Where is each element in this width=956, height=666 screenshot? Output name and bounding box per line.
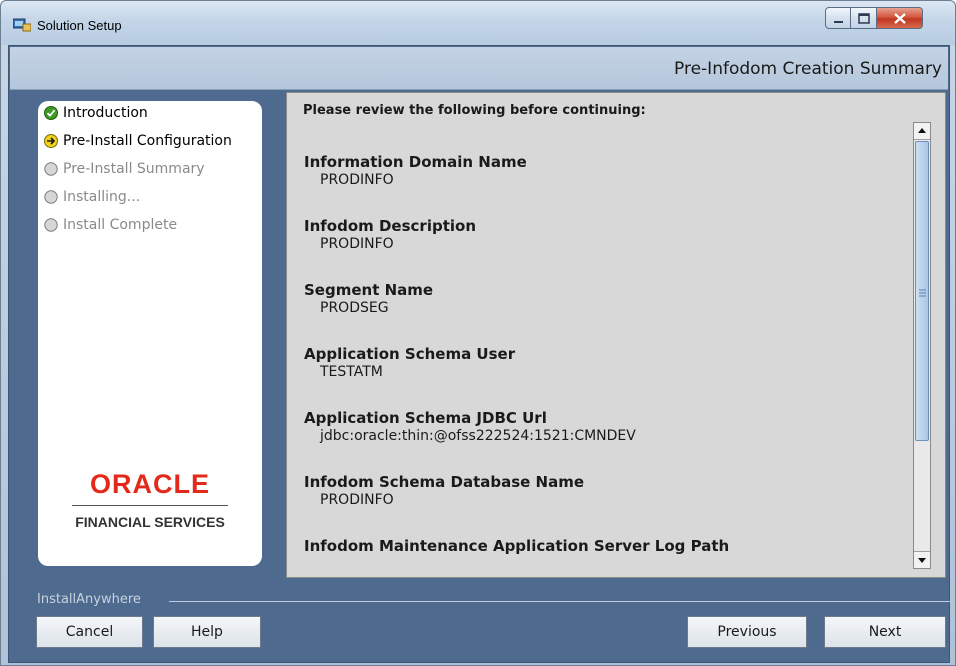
previous-button[interactable]: Previous [687, 616, 807, 648]
close-button[interactable] [877, 7, 923, 29]
step-label: Install Complete [63, 217, 178, 233]
review-item: Infodom Description PRODINFO [304, 217, 476, 253]
steps-panel: Introduction Pre-Install Configuration P… [38, 101, 262, 566]
step-label: Introduction [63, 105, 148, 121]
scrollbar-thumb[interactable] [915, 141, 929, 441]
help-button[interactable]: Help [153, 616, 261, 648]
review-value: PRODINFO [320, 236, 394, 252]
logo-divider [72, 505, 228, 506]
installer-window: Solution Setup Pre-Infodom Creation Summ… [0, 0, 956, 666]
review-label: Segment Name [304, 281, 434, 299]
next-button[interactable]: Next [824, 616, 946, 648]
minimize-button[interactable] [825, 7, 851, 29]
review-heading: Please review the following before conti… [303, 103, 646, 118]
circle-icon [44, 218, 58, 232]
review-panel: Please review the following before conti… [286, 92, 946, 578]
check-icon [44, 106, 58, 120]
installer-content: Pre-Infodom Creation Summary Introductio… [8, 45, 951, 663]
review-value: PRODSEG [320, 300, 389, 316]
installer-brand-label: InstallAnywhere [37, 592, 141, 607]
cancel-button[interactable]: Cancel [36, 616, 143, 648]
circle-icon [44, 162, 58, 176]
app-icon [12, 17, 32, 32]
step-introduction: Introduction [44, 103, 148, 123]
review-value: TESTATM [320, 364, 383, 380]
maximize-button[interactable] [851, 7, 877, 29]
step-label: Pre-Install Configuration [63, 133, 232, 149]
step-pre-install-configuration: Pre-Install Configuration [44, 131, 232, 151]
review-value: PRODINFO [320, 492, 394, 508]
review-item: Infodom Maintenance Application Server L… [304, 537, 729, 555]
review-item: Application Schema JDBC Url jdbc:oracle:… [304, 409, 636, 445]
scroll-down-arrow-icon[interactable] [914, 551, 930, 568]
arrow-right-icon [44, 134, 58, 148]
review-value: PRODINFO [320, 172, 394, 188]
review-item: Segment Name PRODSEG [304, 281, 433, 317]
review-item: Infodom Schema Database Name PRODINFO [304, 473, 584, 509]
review-label: Infodom Description [304, 217, 477, 235]
review-label: Infodom Maintenance Application Server L… [304, 537, 730, 555]
circle-icon [44, 190, 58, 204]
vertical-scrollbar[interactable] [913, 122, 931, 569]
scroll-up-arrow-icon[interactable] [914, 123, 930, 140]
step-install-complete: Install Complete [44, 215, 177, 235]
step-pre-install-summary: Pre-Install Summary [44, 159, 205, 179]
oracle-wordmark: ORACLE [90, 469, 210, 499]
review-label: Infodom Schema Database Name [304, 473, 585, 491]
page-title: Pre-Infodom Creation Summary [674, 59, 942, 79]
step-installing: Installing... [44, 187, 140, 207]
oracle-logo: ORACLE FINANCIAL SERVICES [38, 469, 262, 530]
window-title: Solution Setup [37, 18, 122, 33]
step-label: Installing... [63, 189, 141, 205]
header-band: Pre-Infodom Creation Summary [10, 47, 948, 90]
review-label: Application Schema User [304, 345, 516, 363]
footer-divider [169, 601, 951, 602]
logo-subtitle: FINANCIAL SERVICES [75, 514, 225, 530]
review-item: Information Domain Name PRODINFO [304, 153, 527, 189]
step-label: Pre-Install Summary [63, 161, 205, 177]
review-label: Information Domain Name [304, 153, 527, 171]
review-item: Application Schema User TESTATM [304, 345, 515, 381]
title-bar[interactable]: Solution Setup [1, 1, 955, 45]
review-label: Application Schema JDBC Url [304, 409, 547, 427]
review-value: jdbc:oracle:thin:@ofss222524:1521:CMNDEV [320, 428, 636, 444]
review-list[interactable]: Information Domain Name PRODINFO Infodom… [299, 123, 911, 567]
